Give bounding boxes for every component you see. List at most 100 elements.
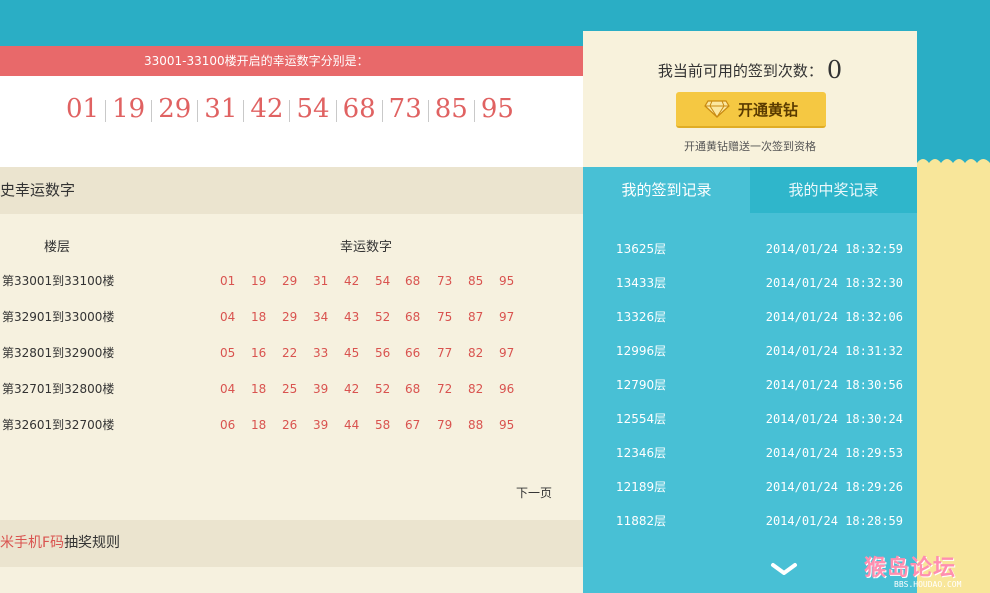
history-number: 97	[499, 310, 515, 324]
signin-panel: 我当前可用的签到次数： 0 开通黄钻 开通黄钻赠送一次签到资格	[583, 31, 917, 167]
history-number: 18	[251, 418, 267, 432]
history-floor: 第32601到32700楼	[2, 418, 115, 432]
lucky-number: 42	[250, 94, 284, 124]
tab-my-prize[interactable]: 我的中奖记录	[750, 167, 917, 213]
signin-count-line: 我当前可用的签到次数： 0	[583, 54, 917, 84]
left-column: 33001-33100楼开启的幸运数字分别是： 01 19 29 31 42 54 68 73…	[0, 0, 583, 593]
history-number: 44	[344, 418, 360, 432]
open-vip-button[interactable]: 开通黄钻	[676, 92, 826, 128]
history-number: 72	[437, 382, 453, 396]
history-number: 43	[344, 310, 360, 324]
history-number: 67	[405, 418, 421, 432]
history-number: 33	[313, 346, 329, 360]
signin-count-label: 我当前可用的签到次数：	[657, 62, 823, 80]
history-number: 82	[468, 382, 484, 396]
number-separator	[151, 100, 153, 122]
record-time: 2014/01/24 18:29:26	[765, 480, 903, 494]
history-row: 第32701到32800楼 04 18 25 39 42 52 68 72 82 96	[0, 378, 583, 400]
history-number: 75	[437, 310, 453, 324]
lucky-number: 95	[480, 94, 514, 124]
history-number: 79	[437, 418, 453, 432]
record-row: 12996层 2014/01/24 18:31:32	[583, 341, 917, 361]
rules-suffix: 抽奖规则	[64, 535, 121, 551]
history-number: 52	[375, 310, 391, 324]
record-row: 12790层 2014/01/24 18:30:56	[583, 375, 917, 395]
record-time: 2014/01/24 18:30:56	[765, 378, 903, 392]
col-head-floor: 楼层	[44, 240, 71, 255]
history-number: 97	[499, 346, 515, 360]
history-floor: 第32901到33000楼	[2, 310, 115, 324]
history-number: 39	[313, 382, 329, 396]
history-number: 66	[405, 346, 421, 360]
history-number: 96	[499, 382, 515, 396]
history-number: 56	[375, 346, 391, 360]
number-separator	[335, 100, 337, 122]
record-row: 12346层 2014/01/24 18:29:53	[583, 443, 917, 463]
lucky-numbers-panel: 01 19 29 31 42 54 68 73 85 95	[0, 76, 583, 167]
history-number: 01	[220, 274, 236, 288]
history-number: 87	[468, 310, 484, 324]
record-time: 2014/01/24 18:32:59	[765, 242, 903, 256]
record-time: 2014/01/24 18:31:32	[765, 344, 903, 358]
watermark-text: 猴岛论坛	[864, 556, 957, 581]
history-number: 58	[375, 418, 391, 432]
history-number: 42	[344, 274, 360, 288]
history-row: 第32901到33000楼 04 18 29 34 43 52 68 75 87 97	[0, 306, 583, 328]
history-floor: 第33001到33100楼	[2, 274, 115, 288]
history-number: 77	[437, 346, 453, 360]
tab-my-signin[interactable]: 我的签到记录	[583, 167, 750, 213]
history-number: 29	[282, 310, 298, 324]
history-number: 25	[282, 382, 298, 396]
number-separator	[289, 100, 291, 122]
signin-count-value: 0	[826, 56, 843, 84]
record-time: 2014/01/24 18:29:53	[765, 446, 903, 460]
rules-prefix: 米手机F码	[0, 535, 65, 551]
watermark-sub: BBS.HOUDAO.COM	[894, 580, 962, 589]
record-floor: 11882层	[616, 514, 667, 528]
lucky-number: 01	[66, 94, 100, 124]
lucky-number: 29	[158, 94, 192, 124]
history-number: 05	[220, 346, 236, 360]
history-number: 82	[468, 346, 484, 360]
lucky-banner: 33001-33100楼开启的幸运数字分别是：	[0, 46, 583, 76]
number-separator	[197, 100, 199, 122]
chevron-down-icon[interactable]	[769, 561, 799, 577]
lucky-numbers: 01 19 29 31 42 54 68 73 85 95	[66, 94, 514, 124]
signin-records: 13625层 2014/01/24 18:32:59 13433层 2014/01/2…	[583, 213, 917, 593]
lucky-number: 19	[112, 94, 146, 124]
right-decor-strip	[917, 163, 990, 593]
number-separator	[243, 100, 245, 122]
history-number: 18	[251, 382, 267, 396]
history-number: 52	[375, 382, 391, 396]
history-number: 26	[282, 418, 298, 432]
next-page-link[interactable]: 下一页	[516, 484, 552, 501]
history-number: 04	[220, 382, 236, 396]
history-number: 42	[344, 382, 360, 396]
number-separator	[381, 100, 383, 122]
record-row: 12554层 2014/01/24 18:30:24	[583, 409, 917, 429]
record-floor: 13326层	[616, 310, 667, 324]
col-head-numbers: 幸运数字	[340, 240, 393, 255]
history-number: 88	[468, 418, 484, 432]
lucky-number: 54	[296, 94, 330, 124]
record-row: 12189层 2014/01/24 18:29:26	[583, 477, 917, 497]
history-row: 第32601到32700楼 06 18 26 39 44 58 67 79 88 95	[0, 414, 583, 436]
number-separator	[427, 100, 429, 122]
record-floor: 12554层	[616, 412, 667, 426]
history-number: 73	[437, 274, 453, 288]
record-floor: 13433层	[616, 276, 667, 290]
history-number: 85	[468, 274, 484, 288]
open-vip-label: 开通黄钻	[737, 100, 798, 119]
vip-note: 开通黄钻赠送一次签到资格	[684, 140, 816, 153]
record-time: 2014/01/24 18:32:30	[765, 276, 903, 290]
history-number: 68	[405, 310, 421, 324]
rules-header[interactable]: 米手机F码抽奖规则	[0, 520, 583, 567]
record-row: 13433层 2014/01/24 18:32:30	[583, 273, 917, 293]
site-watermark: 猴岛论坛 BBS.HOUDAO.COM	[864, 550, 990, 593]
history-number: 22	[282, 346, 298, 360]
record-row: 13326层 2014/01/24 18:32:06	[583, 307, 917, 327]
history-number: 95	[499, 274, 515, 288]
history-row: 第32801到32900楼 05 16 22 33 45 56 66 77 82 97	[0, 342, 583, 364]
record-time: 2014/01/24 18:32:06	[765, 310, 903, 324]
history-number: 68	[405, 382, 421, 396]
